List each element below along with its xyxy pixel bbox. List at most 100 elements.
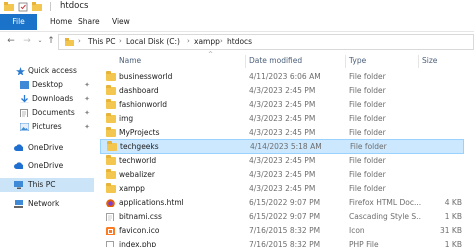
file-row[interactable]: favicon.ico 7/16/2015 8:32 PM Icon 31 KB	[100, 224, 464, 238]
crumb-separator-icon[interactable]: ›	[220, 37, 223, 45]
column-divider[interactable]	[418, 55, 419, 68]
folder-icon	[106, 99, 116, 109]
tab-share[interactable]: Share	[72, 14, 106, 30]
sidebar-item-pictures[interactable]: Pictures ✦	[0, 120, 94, 134]
column-divider[interactable]	[245, 55, 246, 68]
sidebar-item-documents[interactable]: Documents ✦	[0, 106, 94, 120]
file-row-selected[interactable]: techgeeks 4/14/2023 5:18 AM File folder	[100, 139, 464, 154]
folder-icon	[106, 155, 116, 165]
column-divider[interactable]	[345, 55, 346, 68]
pin-icon[interactable]: ✦	[84, 120, 90, 134]
file-date: 4/3/2023 2:45 PM	[249, 114, 316, 123]
file-row[interactable]: applications.html 6/15/2022 9:07 PM Fire…	[100, 196, 464, 210]
file-name: webalizer	[119, 170, 155, 179]
column-size[interactable]: Size	[422, 56, 437, 65]
back-arrow-icon[interactable]: ←	[5, 35, 17, 47]
crumb-separator-icon[interactable]: ›	[119, 37, 122, 45]
sidebar-item-downloads[interactable]: Downloads ✦	[0, 92, 94, 106]
new-folder-icon[interactable]	[32, 2, 42, 11]
folder-icon	[65, 38, 74, 46]
file-list: ^ Name Date modified Type Size businessw…	[100, 50, 474, 247]
sidebar-item-network[interactable]: Network	[0, 197, 94, 211]
star-icon	[16, 67, 25, 75]
breadcrumb-xampp[interactable]: xampp	[194, 37, 220, 46]
folder-icon	[106, 85, 116, 95]
sidebar-item-label: Network	[28, 199, 60, 208]
pictures-icon	[20, 123, 29, 131]
file-type: File folder	[350, 142, 387, 151]
tab-view[interactable]: View	[106, 14, 136, 30]
properties-icon[interactable]	[18, 2, 28, 12]
file-type: File folder	[349, 156, 386, 165]
cloud-icon	[14, 144, 23, 151]
folder-icon	[106, 127, 116, 137]
navigation-pane: Quick access Desktop ✦ Downloads ✦ Docum…	[0, 50, 94, 247]
folder-icon	[107, 141, 117, 151]
sidebar-item-label: Quick access	[28, 66, 77, 75]
sidebar-item-desktop[interactable]: Desktop ✦	[0, 78, 94, 92]
sidebar-item-quick-access[interactable]: Quick access	[0, 64, 94, 78]
network-icon	[14, 200, 23, 208]
breadcrumb-this-pc[interactable]: This PC	[88, 37, 115, 46]
file-name: index.php	[119, 240, 157, 247]
folder-icon	[106, 71, 116, 81]
file-name: applications.html	[119, 198, 184, 207]
sidebar-item-label: This PC	[28, 180, 56, 189]
desktop-icon	[20, 81, 29, 89]
pin-icon[interactable]: ✦	[84, 78, 90, 92]
folder-icon	[106, 113, 116, 123]
file-row[interactable]: img 4/3/2023 2:45 PM File folder	[100, 112, 464, 126]
file-row[interactable]: MyProjects 4/3/2023 2:45 PM File folder	[100, 126, 464, 140]
sidebar-item-onedrive-personal[interactable]: OneDrive	[0, 159, 94, 173]
file-type: Firefox HTML Doc...	[349, 198, 421, 207]
file-row[interactable]: businessworld 4/11/2023 6:06 AM File fol…	[100, 70, 464, 84]
column-date[interactable]: Date modified	[249, 56, 302, 65]
file-type: Icon	[349, 226, 365, 235]
forward-arrow-icon[interactable]: →	[21, 35, 33, 47]
file-row[interactable]: fashionworld 4/3/2023 2:45 PM File folde…	[100, 98, 464, 112]
computer-icon	[14, 181, 23, 189]
file-row[interactable]: index.php 7/16/2015 8:32 PM PHP File 1 K…	[100, 238, 464, 247]
pin-icon[interactable]: ✦	[84, 92, 90, 106]
file-row[interactable]: xampp 4/3/2023 2:45 PM File folder	[100, 182, 464, 196]
sidebar-item-label: Pictures	[32, 122, 62, 131]
tab-file[interactable]: File	[0, 14, 37, 30]
file-size: 4 KB	[444, 198, 462, 207]
file-size: 31 KB	[440, 226, 462, 235]
file-row[interactable]: bitnami.css 6/15/2022 9:07 PM Cascading …	[100, 210, 464, 224]
window-title: htdocs	[60, 1, 89, 11]
ribbon-tabs: File Home Share View	[0, 14, 474, 30]
breadcrumb-local-disk[interactable]: Local Disk (C:)	[126, 37, 180, 46]
column-type[interactable]: Type	[349, 56, 366, 65]
pin-icon[interactable]: ✦	[84, 106, 90, 120]
php-file-icon	[106, 241, 114, 247]
crumb-separator-icon[interactable]: ›	[78, 37, 81, 45]
file-name: businessworld	[119, 72, 173, 81]
file-date: 4/3/2023 2:45 PM	[249, 156, 316, 165]
file-size: 1 KB	[444, 212, 462, 221]
file-row[interactable]: techworld 4/3/2023 2:45 PM File folder	[100, 154, 464, 168]
crumb-separator-icon[interactable]: ›	[187, 37, 190, 45]
breadcrumb-htdocs[interactable]: htdocs	[227, 37, 252, 46]
column-header-row: ^ Name Date modified Type Size	[100, 51, 474, 69]
sidebar-item-label: Documents	[32, 108, 75, 117]
column-name[interactable]: Name	[119, 56, 141, 65]
file-name: fashionworld	[119, 100, 167, 109]
file-row[interactable]: webalizer 4/3/2023 2:45 PM File folder	[100, 168, 464, 182]
sidebar-item-this-pc[interactable]: This PC	[0, 178, 94, 192]
address-bar[interactable]: › This PC › Local Disk (C:) › xampp › ht…	[58, 34, 474, 50]
cloud-icon	[14, 162, 23, 169]
file-date: 6/15/2022 9:07 PM	[249, 212, 321, 221]
file-date: 4/3/2023 2:45 PM	[249, 184, 316, 193]
download-icon	[20, 95, 29, 103]
file-name: techgeeks	[120, 142, 159, 151]
file-date: 4/3/2023 2:45 PM	[249, 100, 316, 109]
file-type: File folder	[349, 114, 386, 123]
sidebar-item-onedrive[interactable]: OneDrive	[0, 141, 94, 155]
documents-icon	[20, 109, 28, 117]
file-row[interactable]: dashboard 4/3/2023 2:45 PM File folder	[100, 84, 464, 98]
up-arrow-icon[interactable]: ↑	[45, 35, 57, 47]
html-file-icon	[106, 199, 115, 207]
sidebar-item-label: OneDrive	[28, 143, 64, 152]
file-name: bitnami.css	[119, 212, 162, 221]
